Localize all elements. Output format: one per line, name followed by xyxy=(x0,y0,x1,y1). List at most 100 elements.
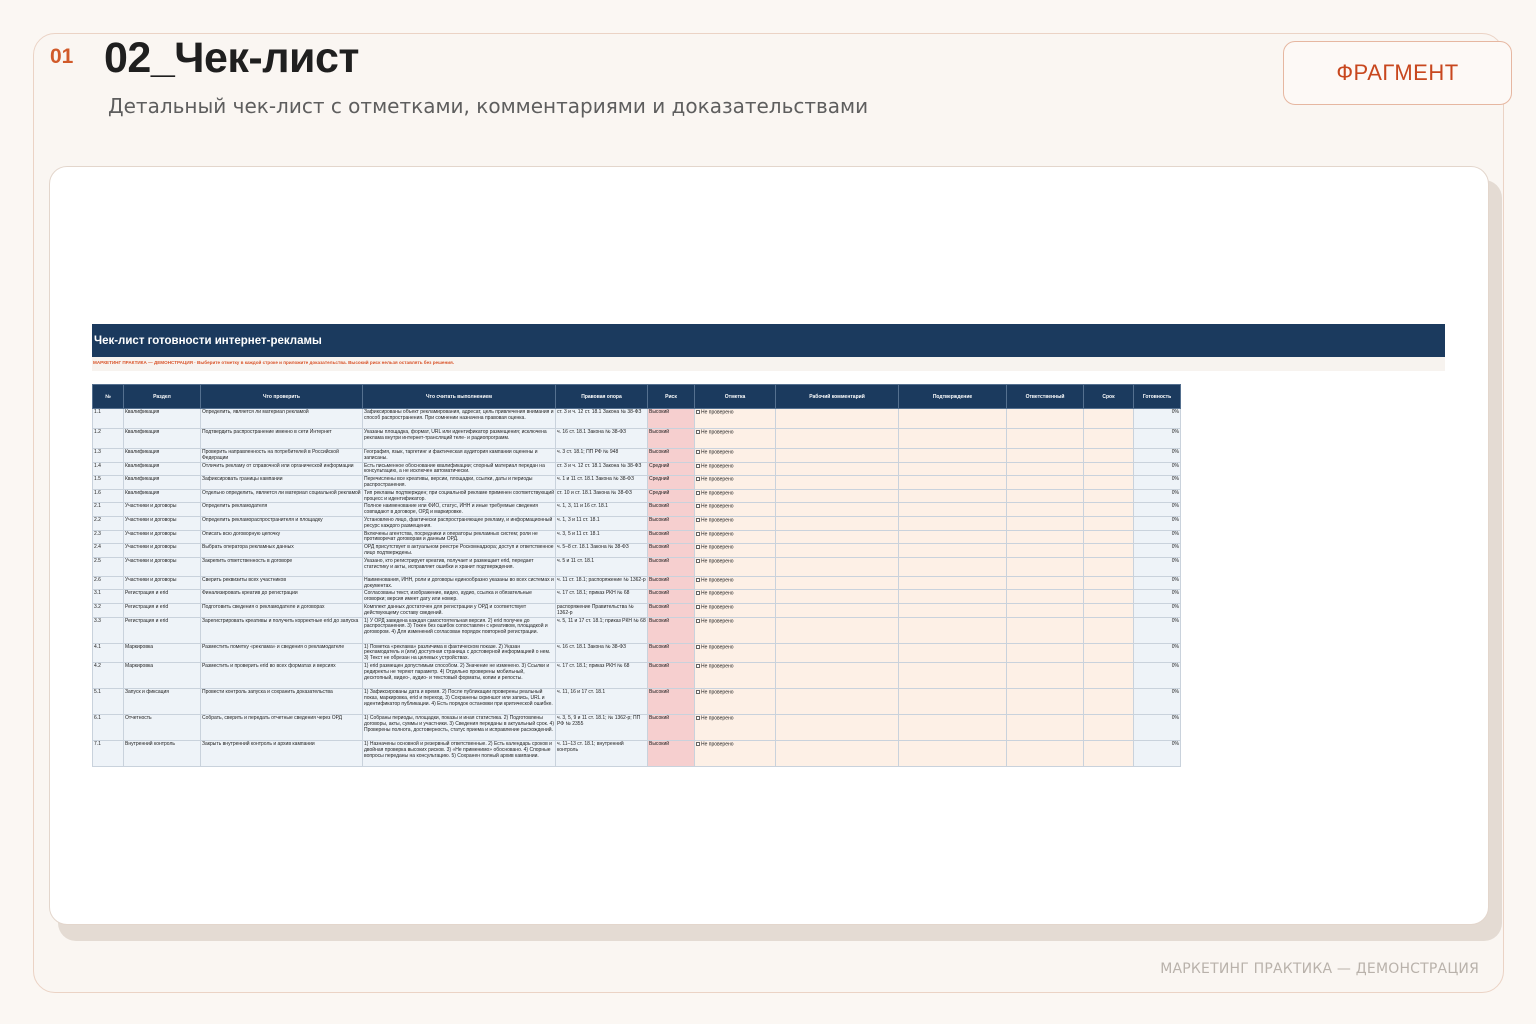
row-deadline-cell[interactable] xyxy=(1083,642,1134,663)
row-owner-cell[interactable] xyxy=(1006,575,1084,591)
row-deadline-cell[interactable] xyxy=(1083,461,1134,477)
row-comment-cell[interactable] xyxy=(775,602,899,618)
checkbox-icon[interactable] xyxy=(696,430,700,434)
row-deadline-cell[interactable] xyxy=(1083,502,1134,517)
row-proof-cell[interactable] xyxy=(898,687,1007,715)
row-comment-cell[interactable] xyxy=(775,642,899,663)
row-deadline-cell[interactable] xyxy=(1083,589,1134,604)
row-proof-cell[interactable] xyxy=(898,529,1007,545)
checkbox-icon[interactable] xyxy=(696,591,700,596)
checkbox-icon[interactable] xyxy=(696,644,700,649)
checkbox-icon[interactable] xyxy=(696,477,700,482)
row-comment-cell[interactable] xyxy=(775,515,899,531)
row-mark-select[interactable]: Не проверено xyxy=(694,461,776,477)
row-mark-select[interactable]: Не проверено xyxy=(694,448,776,463)
row-proof-cell[interactable] xyxy=(898,739,1007,767)
checkbox-icon[interactable] xyxy=(696,577,700,582)
row-comment-cell[interactable] xyxy=(775,616,899,644)
row-mark-select[interactable]: Не проверено xyxy=(694,475,776,490)
checkbox-icon[interactable] xyxy=(696,410,700,414)
row-deadline-cell[interactable] xyxy=(1083,475,1134,490)
row-proof-cell[interactable] xyxy=(898,475,1007,490)
row-comment-cell[interactable] xyxy=(775,502,899,517)
row-comment-cell[interactable] xyxy=(775,589,899,604)
row-comment-cell[interactable] xyxy=(775,713,899,741)
row-mark-select[interactable]: Не проверено xyxy=(694,488,776,504)
row-owner-cell[interactable] xyxy=(1006,408,1084,429)
row-comment-cell[interactable] xyxy=(775,529,899,545)
row-proof-cell[interactable] xyxy=(898,488,1007,504)
row-mark-select[interactable]: Не проверено xyxy=(694,661,776,689)
checkbox-icon[interactable] xyxy=(696,545,700,550)
row-comment-cell[interactable] xyxy=(775,661,899,689)
row-proof-cell[interactable] xyxy=(898,428,1007,449)
row-owner-cell[interactable] xyxy=(1006,515,1084,531)
row-owner-cell[interactable] xyxy=(1006,475,1084,490)
row-owner-cell[interactable] xyxy=(1006,556,1084,577)
row-deadline-cell[interactable] xyxy=(1083,488,1134,504)
checkbox-icon[interactable] xyxy=(696,463,700,468)
row-deadline-cell[interactable] xyxy=(1083,739,1134,767)
row-owner-cell[interactable] xyxy=(1006,529,1084,545)
row-comment-cell[interactable] xyxy=(775,575,899,591)
row-owner-cell[interactable] xyxy=(1006,661,1084,689)
checkbox-icon[interactable] xyxy=(696,663,700,668)
row-proof-cell[interactable] xyxy=(898,448,1007,463)
row-mark-select[interactable]: Не проверено xyxy=(694,515,776,531)
checkbox-icon[interactable] xyxy=(696,531,700,536)
row-mark-select[interactable]: Не проверено xyxy=(694,687,776,715)
row-comment-cell[interactable] xyxy=(775,543,899,558)
row-owner-cell[interactable] xyxy=(1006,739,1084,767)
row-owner-cell[interactable] xyxy=(1006,616,1084,644)
row-comment-cell[interactable] xyxy=(775,428,899,449)
checkbox-icon[interactable] xyxy=(696,490,700,495)
row-deadline-cell[interactable] xyxy=(1083,602,1134,618)
row-owner-cell[interactable] xyxy=(1006,713,1084,741)
checkbox-icon[interactable] xyxy=(696,618,700,623)
row-proof-cell[interactable] xyxy=(898,575,1007,591)
row-proof-cell[interactable] xyxy=(898,616,1007,644)
row-proof-cell[interactable] xyxy=(898,408,1007,429)
checkbox-icon[interactable] xyxy=(696,504,700,509)
row-owner-cell[interactable] xyxy=(1006,589,1084,604)
row-proof-cell[interactable] xyxy=(898,661,1007,689)
checkbox-icon[interactable] xyxy=(696,558,700,563)
row-proof-cell[interactable] xyxy=(898,502,1007,517)
checkbox-icon[interactable] xyxy=(696,689,700,694)
row-mark-select[interactable]: Не проверено xyxy=(694,556,776,577)
row-mark-select[interactable]: Не проверено xyxy=(694,529,776,545)
row-deadline-cell[interactable] xyxy=(1083,448,1134,463)
row-deadline-cell[interactable] xyxy=(1083,428,1134,449)
row-mark-select[interactable]: Не проверено xyxy=(694,543,776,558)
row-comment-cell[interactable] xyxy=(775,475,899,490)
row-proof-cell[interactable] xyxy=(898,589,1007,604)
row-mark-select[interactable]: Не проверено xyxy=(694,602,776,618)
row-proof-cell[interactable] xyxy=(898,543,1007,558)
checkbox-icon[interactable] xyxy=(696,517,700,522)
row-comment-cell[interactable] xyxy=(775,448,899,463)
row-owner-cell[interactable] xyxy=(1006,428,1084,449)
row-mark-select[interactable]: Не проверено xyxy=(694,713,776,741)
row-proof-cell[interactable] xyxy=(898,642,1007,663)
row-comment-cell[interactable] xyxy=(775,461,899,477)
row-owner-cell[interactable] xyxy=(1006,642,1084,663)
row-deadline-cell[interactable] xyxy=(1083,575,1134,591)
row-owner-cell[interactable] xyxy=(1006,687,1084,715)
row-deadline-cell[interactable] xyxy=(1083,515,1134,531)
row-mark-select[interactable]: Не проверено xyxy=(694,428,776,449)
row-comment-cell[interactable] xyxy=(775,687,899,715)
row-mark-select[interactable]: Не проверено xyxy=(694,642,776,663)
row-owner-cell[interactable] xyxy=(1006,448,1084,463)
row-owner-cell[interactable] xyxy=(1006,461,1084,477)
row-proof-cell[interactable] xyxy=(898,556,1007,577)
row-owner-cell[interactable] xyxy=(1006,502,1084,517)
row-deadline-cell[interactable] xyxy=(1083,556,1134,577)
checkbox-icon[interactable] xyxy=(696,741,700,746)
checkbox-icon[interactable] xyxy=(696,450,700,454)
checkbox-icon[interactable] xyxy=(696,715,700,720)
row-comment-cell[interactable] xyxy=(775,739,899,767)
row-mark-select[interactable]: Не проверено xyxy=(694,616,776,644)
row-deadline-cell[interactable] xyxy=(1083,529,1134,545)
row-owner-cell[interactable] xyxy=(1006,488,1084,504)
row-deadline-cell[interactable] xyxy=(1083,687,1134,715)
